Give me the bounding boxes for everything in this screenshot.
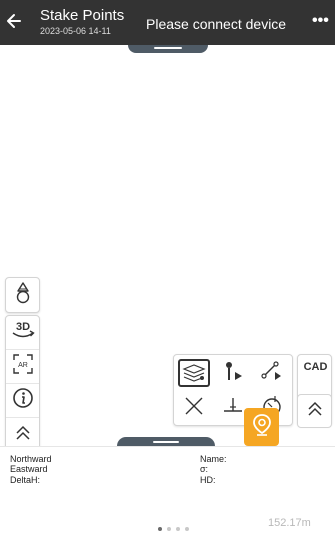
page-subtitle: 2023-05-06 14-11	[40, 26, 111, 36]
eastward-label: Eastward	[10, 464, 48, 474]
sigma-label: σ:	[200, 464, 209, 474]
stake-point-button[interactable]	[214, 356, 252, 390]
offset-icon	[222, 395, 244, 422]
page-indicator	[158, 527, 189, 531]
stake-line-button[interactable]	[253, 356, 291, 390]
expand-up-icon	[306, 400, 324, 423]
layers-icon	[178, 359, 210, 387]
3d-view-icon: 3D	[10, 319, 36, 346]
connection-status[interactable]: Please connect device	[146, 16, 286, 32]
page-title: Stake Points	[40, 7, 125, 24]
cad-button[interactable]: CAD	[298, 361, 333, 373]
bottom-pull-tab[interactable]	[117, 437, 215, 446]
location-pin-icon	[252, 413, 272, 442]
distance-readout: 152.17m	[268, 517, 311, 529]
intersection-button[interactable]	[175, 391, 213, 425]
ar-label: AR	[18, 362, 28, 369]
hd-label: HD:	[200, 475, 216, 485]
layers-button[interactable]	[175, 356, 213, 390]
back-arrow-icon[interactable]	[6, 11, 22, 31]
expand-up-icon	[14, 424, 32, 447]
compass-button[interactable]	[6, 278, 39, 312]
top-pull-tab[interactable]	[128, 45, 208, 53]
northward-label: Northward	[10, 454, 52, 464]
right-expand-button[interactable]	[297, 394, 332, 428]
intersection-icon	[183, 395, 205, 422]
page-dot[interactable]	[176, 527, 180, 531]
page-dot[interactable]	[167, 527, 171, 531]
more-menu-icon[interactable]: •••	[312, 13, 329, 29]
3d-view-button[interactable]: 3D	[6, 316, 39, 350]
stake-point-icon	[222, 360, 244, 387]
deltah-label: DeltaH:	[10, 475, 41, 485]
compass-panel	[5, 277, 40, 313]
page-dot[interactable]	[185, 527, 189, 531]
name-label: Name:	[200, 454, 227, 464]
stake-line-icon	[261, 360, 283, 387]
compass-icon	[14, 281, 32, 310]
ar-button[interactable]: AR	[6, 350, 39, 384]
stake-info-panel: Northward Eastward DeltaH: Name: σ: HD: …	[0, 446, 335, 535]
ar-icon: AR	[12, 353, 34, 380]
top-bar: Stake Points 2023-05-06 14-11 Please con…	[0, 0, 335, 45]
3d-label: 3D	[15, 321, 29, 333]
left-toolbar: 3D AR	[5, 315, 40, 453]
info-button[interactable]	[6, 384, 39, 418]
info-icon	[12, 387, 34, 414]
locate-button[interactable]	[244, 408, 279, 446]
page-dot[interactable]	[158, 527, 162, 531]
